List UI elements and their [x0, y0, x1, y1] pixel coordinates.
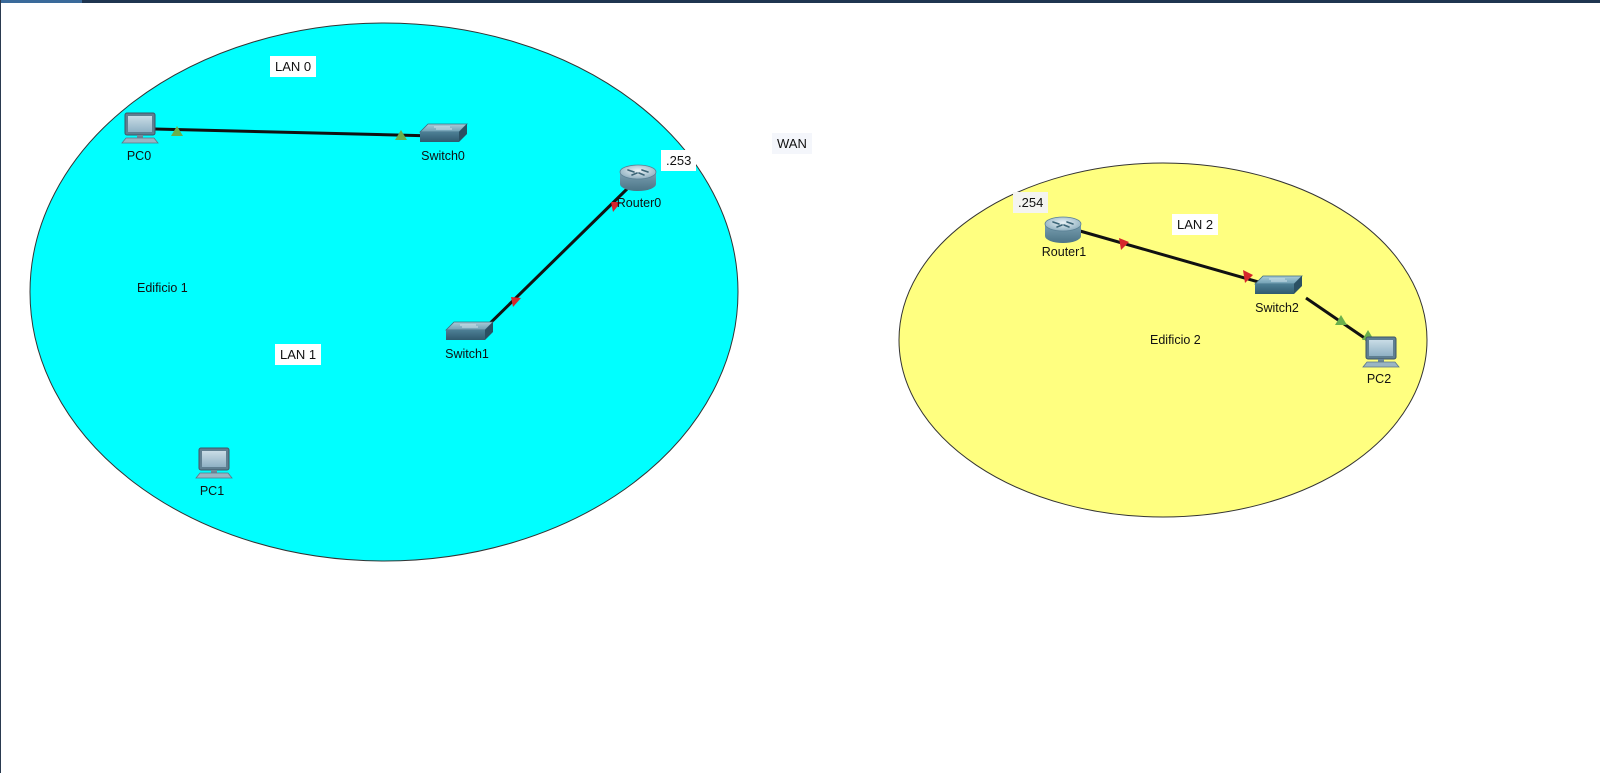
zone-label-edificio-1: Edificio 1	[137, 281, 188, 295]
switch-icon[interactable]	[1254, 275, 1303, 294]
device-label-router0: Router0	[616, 196, 662, 210]
device-label-switch1: Switch1	[445, 347, 489, 361]
pc-icon[interactable]	[121, 112, 159, 144]
pc-icon[interactable]	[195, 447, 233, 479]
zone-label-edificio-2: Edificio 2	[1150, 333, 1201, 347]
note-lan-2[interactable]: LAN 2	[1172, 214, 1219, 235]
note-lan-1[interactable]: LAN 1	[275, 344, 322, 365]
router-icon[interactable]	[1044, 216, 1082, 243]
device-label-switch0: Switch0	[421, 149, 465, 163]
topology-canvas[interactable]: PC0 PC1 PC2 Switch0 Switch1 Switch2 Rout…	[0, 0, 1600, 773]
pc-icon[interactable]	[1362, 336, 1400, 368]
device-label-pc0: PC0	[126, 149, 152, 163]
device-label-router1: Router1	[1041, 245, 1087, 259]
note-lan-0[interactable]: LAN 0	[270, 56, 317, 77]
note-ip-router1[interactable]: .254	[1013, 192, 1049, 213]
router-icon[interactable]	[619, 164, 657, 191]
switch-icon[interactable]	[419, 123, 468, 142]
device-label-pc1: PC1	[199, 484, 225, 498]
note-wan[interactable]: WAN	[772, 133, 812, 154]
switch-icon[interactable]	[445, 321, 494, 340]
device-label-pc2: PC2	[1366, 372, 1392, 386]
device-label-switch2: Switch2	[1255, 301, 1299, 315]
topology-diagram	[29, 22, 1428, 562]
note-ip-router0[interactable]: .253	[661, 150, 697, 171]
